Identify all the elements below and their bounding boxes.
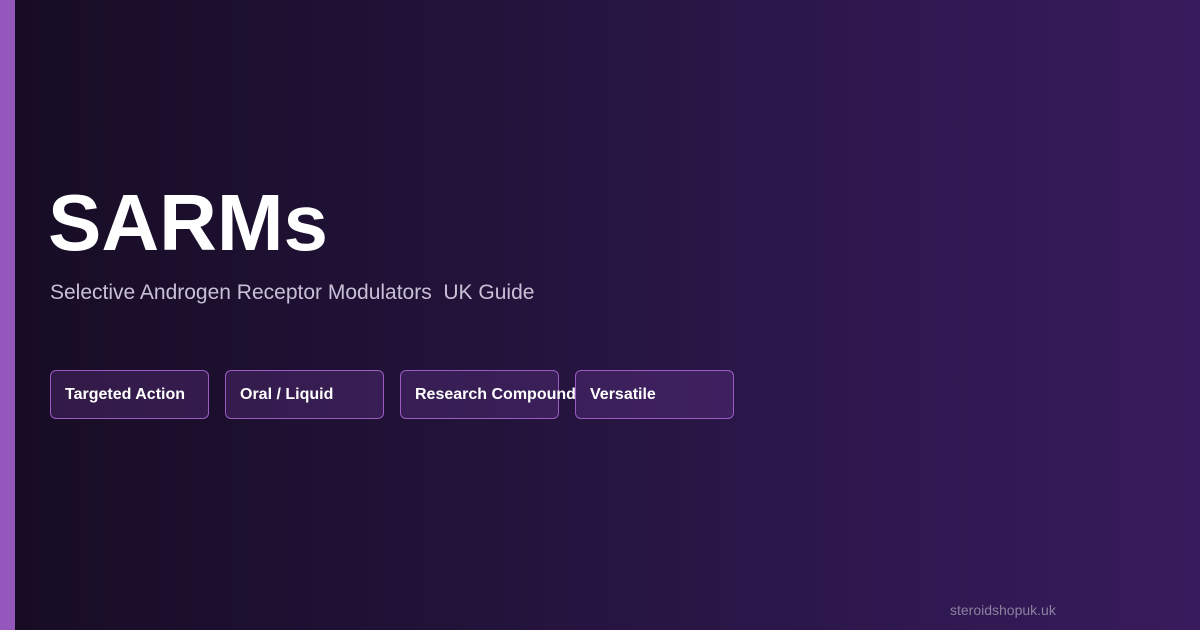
site-url: steroidshopuk.uk (950, 602, 1056, 618)
feature-tag-label: Research Compound (415, 385, 576, 403)
feature-tag-research-compound: Research Compound (400, 370, 576, 419)
feature-tag-targeted-action: Targeted Action (50, 370, 209, 419)
feature-tag-label: Versatile (590, 385, 656, 403)
feature-tag-label: Oral / Liquid (240, 385, 334, 403)
feature-tag-versatile: Versatile (575, 370, 734, 419)
accent-bar (0, 0, 15, 630)
page-title: SARMs (48, 178, 329, 267)
feature-tag-oral-liquid: Oral / Liquid (225, 370, 384, 419)
feature-tag-label: Targeted Action (65, 385, 186, 403)
page-subtitle: Selective Androgen Receptor Modulators U… (50, 281, 535, 304)
